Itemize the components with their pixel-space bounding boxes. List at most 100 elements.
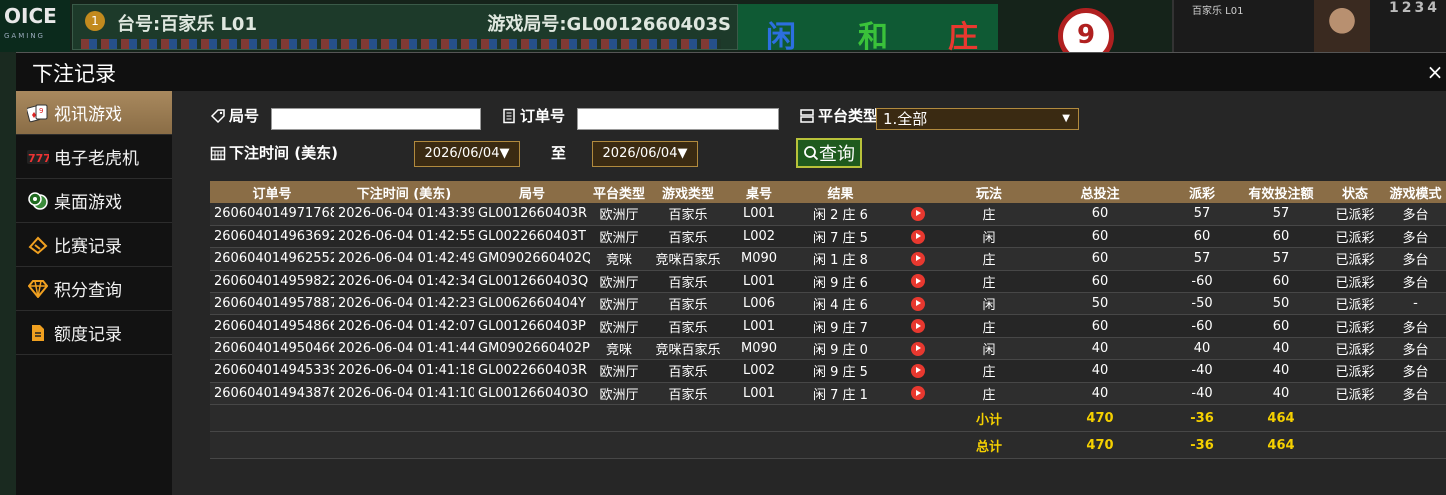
cell-valid-bet: 40 [1237, 382, 1325, 406]
column-header[interactable]: 桌号 [728, 181, 790, 203]
subtotal-valid-bet: 464 [1237, 404, 1325, 433]
column-header[interactable]: 游戏模式 [1385, 181, 1446, 203]
round-input[interactable] [271, 108, 481, 130]
sidebar-item-slots[interactable]: 777 电子老虎机 [16, 135, 172, 179]
chevron-down-icon: ▼ [1062, 113, 1070, 124]
date-to-picker[interactable]: 2026/06/04▼ [592, 141, 698, 167]
play-video-icon[interactable] [911, 386, 925, 401]
cell-payout: -60 [1167, 270, 1237, 294]
cell-order-id: 260604014957887 [210, 292, 334, 316]
table-number-badge: 1 [85, 11, 105, 31]
cell-total-bet: 40 [1033, 359, 1167, 383]
platform-select[interactable]: 1.全部 ▼ [876, 108, 1079, 130]
table-row[interactable]: 260604014950466 2026-06-04 01:41:44 GM0902… [210, 337, 1446, 361]
cell-game-mode: - [1385, 292, 1446, 316]
cell-bet-option: 庄 [945, 247, 1033, 271]
sidebar-item-table-games[interactable]: 桌面游戏 [16, 179, 172, 223]
order-input[interactable] [577, 108, 779, 130]
column-header[interactable]: 平台类型 [590, 181, 648, 203]
play-video-icon[interactable] [911, 274, 925, 289]
sidebar-item-live-games[interactable]: 9 视讯游戏 [16, 91, 172, 135]
cell-replay[interactable] [891, 292, 945, 316]
cell-total-bet: 60 [1033, 203, 1167, 226]
subtotal-label: 小计 [945, 404, 1033, 433]
cell-result: 闲 9 庄 5 [790, 359, 891, 383]
play-video-icon[interactable] [911, 251, 925, 266]
play-video-icon[interactable] [911, 363, 925, 378]
column-header[interactable]: 结果 [790, 181, 891, 203]
sidebar-item-points[interactable]: 积分查询 [16, 267, 172, 311]
calendar-icon [210, 146, 226, 160]
table-row[interactable]: 260604014957887 2026-06-04 01:42:23 GL0062… [210, 292, 1446, 316]
cell-table-id: L001 [728, 314, 790, 338]
sidebar-item-match-records[interactable]: 比赛记录 [16, 223, 172, 267]
platform-select-value: 1.全部 [883, 110, 928, 128]
cell-order-id: 260604014962552 [210, 247, 334, 271]
cell-replay[interactable] [891, 247, 945, 271]
cell-bet-time: 2026-06-04 01:42:49 [334, 247, 474, 271]
cell-table-id: M090 [728, 247, 790, 271]
cell-platform-type: 竞咪 [590, 337, 648, 361]
play-video-icon[interactable] [911, 229, 925, 244]
empty-cell [891, 431, 945, 460]
column-header[interactable]: 总投注 [1033, 181, 1167, 203]
side-video-panel: 百家乐 L01 1234 [1172, 0, 1446, 52]
cell-replay[interactable] [891, 359, 945, 383]
column-header[interactable]: 下注时间 (美东) [334, 181, 474, 203]
modal-header: 下注记录 × [16, 53, 1446, 91]
platform-filter-label: 平台类型 [799, 105, 878, 126]
date-from-picker[interactable]: 2026/06/04▼ [414, 141, 520, 167]
cards-icon: 9 [26, 101, 50, 125]
empty-cell [891, 404, 945, 433]
table-row[interactable]: 260604014954866 2026-06-04 01:42:07 GL0012… [210, 314, 1446, 338]
cell-total-bet: 60 [1033, 247, 1167, 271]
svg-text:9: 9 [39, 107, 43, 115]
cell-replay[interactable] [891, 337, 945, 361]
column-header[interactable]: 玩法 [945, 181, 1033, 203]
cell-platform-type: 欧洲厅 [590, 270, 648, 294]
cell-replay[interactable] [891, 203, 945, 226]
play-video-icon[interactable] [911, 341, 925, 356]
road-digits: 1234 [1389, 0, 1440, 16]
table-row[interactable]: 260604014963692 2026-06-04 01:42:55 GL0022… [210, 225, 1446, 249]
svg-text:777: 777 [28, 152, 49, 164]
sidebar-item-credit-records[interactable]: 额度记录 [16, 311, 172, 355]
cell-round-id: GL0022660403R [474, 359, 590, 383]
table-row[interactable]: 260604014945339 2026-06-04 01:41:18 GL0022… [210, 359, 1446, 383]
cell-replay[interactable] [891, 270, 945, 294]
brand-logo: OICE GAMING [0, 0, 70, 52]
empty-cell [210, 431, 334, 460]
cell-status: 已派彩 [1325, 314, 1385, 338]
table-row[interactable]: 260604014971768 2026-06-04 01:43:39 GL0012… [210, 203, 1446, 226]
sidebar-item-label: 比赛记录 [54, 237, 122, 257]
bet-banker: 庄 [948, 20, 978, 55]
receipt-icon [503, 108, 515, 123]
play-video-icon[interactable] [911, 206, 925, 221]
table-row[interactable]: 260604014962552 2026-06-04 01:42:49 GM0902… [210, 247, 1446, 271]
empty-cell [790, 404, 891, 433]
cell-game-mode: 多台 [1385, 225, 1446, 249]
table-row[interactable]: 260604014943876 2026-06-04 01:41:10 GL0012… [210, 382, 1446, 406]
column-header[interactable]: 订单号 [210, 181, 334, 203]
cell-payout: 40 [1167, 337, 1237, 361]
query-button[interactable]: 查询 [796, 138, 862, 168]
cell-round-id: GL0022660403T [474, 225, 590, 249]
column-header[interactable]: 派彩 [1167, 181, 1237, 203]
column-header[interactable]: 有效投注额 [1237, 181, 1325, 203]
cell-result: 闲 1 庄 8 [790, 247, 891, 271]
empty-cell [1325, 431, 1385, 460]
subtotal-row: 小计 470 -36 464 [210, 404, 1446, 433]
close-icon[interactable]: × [1426, 60, 1444, 84]
play-video-icon[interactable] [911, 319, 925, 334]
play-video-icon[interactable] [911, 296, 925, 311]
cell-bet-option: 闲 [945, 225, 1033, 249]
cell-replay[interactable] [891, 225, 945, 249]
cell-replay[interactable] [891, 314, 945, 338]
column-header[interactable]: 游戏类型 [648, 181, 728, 203]
cell-game-mode: 多台 [1385, 314, 1446, 338]
cell-replay[interactable] [891, 382, 945, 406]
column-header[interactable]: 状态 [1325, 181, 1385, 203]
cell-game-mode: 多台 [1385, 247, 1446, 271]
table-row[interactable]: 260604014959822 2026-06-04 01:42:34 GL0012… [210, 270, 1446, 294]
column-header[interactable]: 局号 [474, 181, 590, 203]
